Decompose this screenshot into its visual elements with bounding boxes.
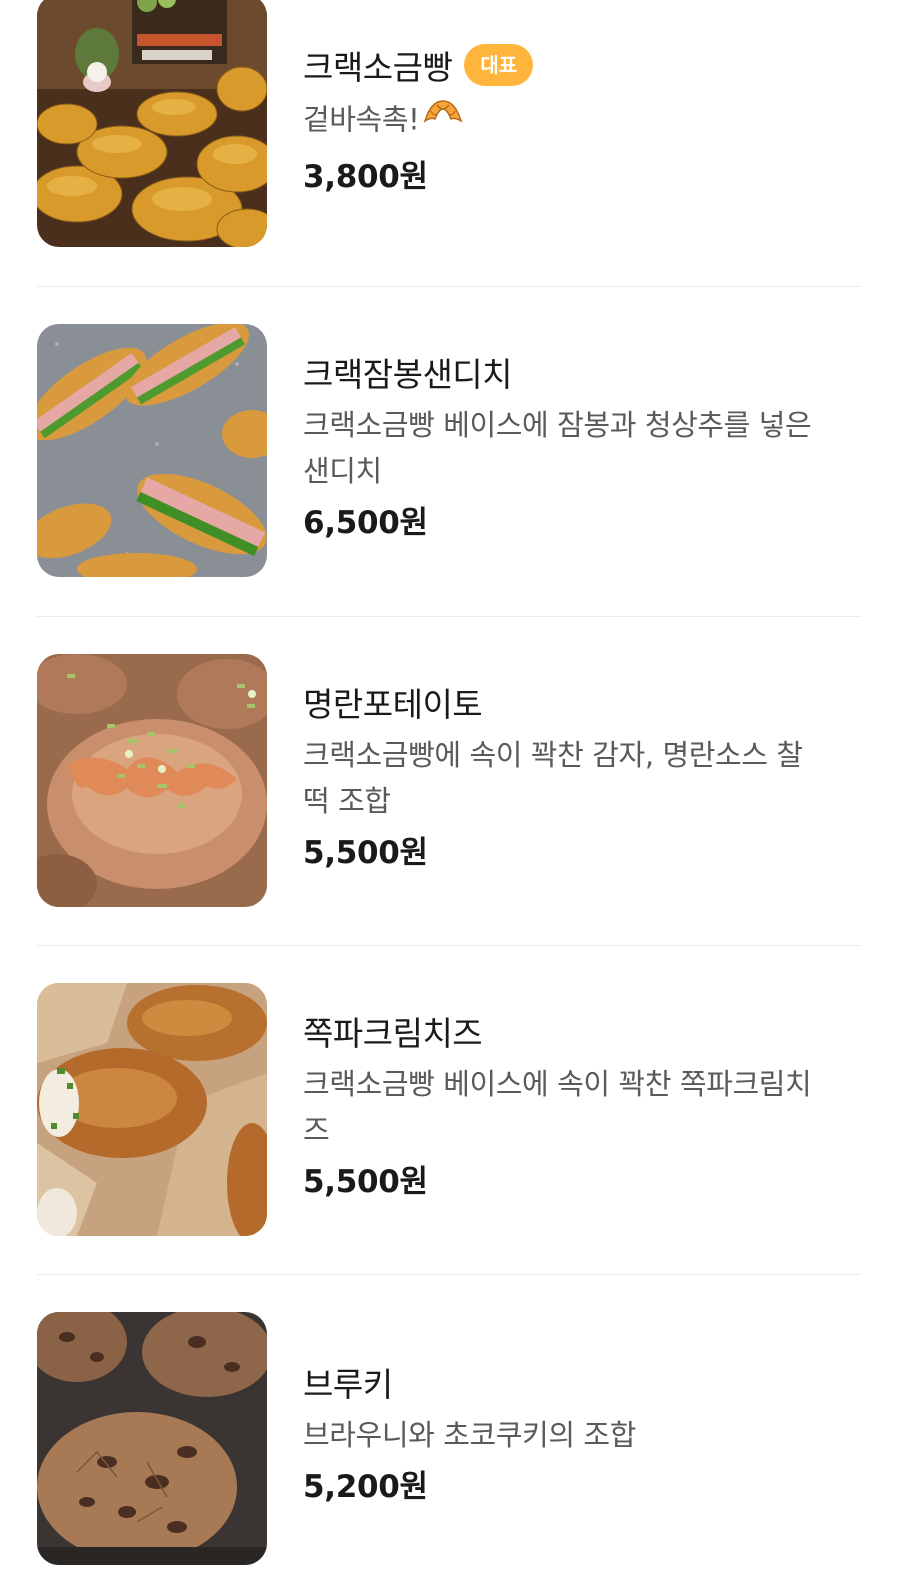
menu-item-price: 6,500원 xyxy=(303,505,428,541)
menu-item-info: 명란포테이토 크랙소금빵에 속이 꽉찬 감자, 명란소스 찰 떡 조합 5,50… xyxy=(303,678,869,876)
menu-item-description: 크랙소금빵 베이스에 속이 꽉찬 쪽파크림치 즈 xyxy=(303,1061,869,1153)
menu-item-name: 크랙잠봉샌디치 xyxy=(303,355,513,394)
menu-item-description: 크랙소금빵 베이스에 잠봉과 청상추를 넣은 샌디치 xyxy=(303,402,869,494)
description-line: 샌디치 xyxy=(303,454,382,488)
name-row: 쪽파크림치즈 xyxy=(303,1007,869,1055)
brookie-photo xyxy=(37,1312,267,1565)
signature-badge: 대표 xyxy=(464,44,534,86)
divider xyxy=(37,1274,861,1275)
menu-item-name: 브루키 xyxy=(303,1365,393,1404)
name-row: 크랙소금빵 대표 xyxy=(303,41,869,89)
menu-item-name: 쪽파크림치즈 xyxy=(303,1014,483,1053)
divider xyxy=(37,616,861,617)
menu-item-jambon-sandwich[interactable]: 크랙잠봉샌디치 크랙소금빵 베이스에 잠봉과 청상추를 넣은 샌디치 6,500… xyxy=(37,324,861,579)
menu-item-info: 크랙소금빵 대표 겉바속촉! 3,800원 xyxy=(303,41,869,200)
description-line: 크랙소금빵 베이스에 잠봉과 청상추를 넣은 xyxy=(303,408,812,442)
menu-item-price: 5,500원 xyxy=(303,1164,428,1200)
menu-item-description: 크랙소금빵에 속이 꽉찬 감자, 명란소스 찰 떡 조합 xyxy=(303,732,869,824)
menu-item-name: 명란포테이토 xyxy=(303,685,483,724)
menu-item-info: 쪽파크림치즈 크랙소금빵 베이스에 속이 꽉찬 쪽파크림치 즈 5,500원 xyxy=(303,1007,869,1205)
menu-item-mentaiko-potato[interactable]: 명란포테이토 크랙소금빵에 속이 꽉찬 감자, 명란소스 찰 떡 조합 5,50… xyxy=(37,654,861,909)
jambon-sandwich-photo xyxy=(37,324,267,577)
description-line: 즈 xyxy=(303,1113,330,1147)
salt-bread-photo xyxy=(37,0,267,247)
croissant-icon xyxy=(421,95,465,148)
menu-item-price: 3,800원 xyxy=(303,159,428,195)
menu-item-brookie[interactable]: 브루키 브라우니와 초코쿠키의 조합 5,200원 xyxy=(37,1312,861,1567)
name-row: 명란포테이토 xyxy=(303,678,869,726)
description-line: 크랙소금빵 베이스에 속이 꽉찬 쪽파크림치 xyxy=(303,1067,812,1101)
menu-item-salt-bread[interactable]: 크랙소금빵 대표 겉바속촉! 3,800원 xyxy=(37,0,861,249)
menu-item-info: 크랙잠봉샌디치 크랙소금빵 베이스에 잠봉과 청상추를 넣은 샌디치 6,500… xyxy=(303,348,869,546)
description-text: 겉바속촉! xyxy=(303,102,420,137)
divider xyxy=(37,945,861,946)
menu-item-info: 브루키 브라우니와 초코쿠키의 조합 5,200원 xyxy=(303,1358,869,1510)
description-line: 떡 조합 xyxy=(303,784,391,818)
name-row: 브루키 xyxy=(303,1358,869,1406)
scallion-cream-cheese-bread-photo xyxy=(37,983,267,1236)
menu-item-scallion-cream-cheese[interactable]: 쪽파크림치즈 크랙소금빵 베이스에 속이 꽉찬 쪽파크림치 즈 5,500원 xyxy=(37,983,861,1238)
menu-item-description: 브라우니와 초코쿠키의 조합 xyxy=(303,1418,636,1452)
name-row: 크랙잠봉샌디치 xyxy=(303,348,869,396)
menu-item-price: 5,200원 xyxy=(303,1469,428,1505)
menu-item-price: 5,500원 xyxy=(303,835,428,871)
menu-item-name: 크랙소금빵 xyxy=(303,48,453,87)
menu-item-description: 겉바속촉! xyxy=(303,95,869,148)
mentaiko-potato-bread-photo xyxy=(37,654,267,907)
description-line: 크랙소금빵에 속이 꽉찬 감자, 명란소스 찰 xyxy=(303,738,803,772)
divider xyxy=(37,286,861,287)
